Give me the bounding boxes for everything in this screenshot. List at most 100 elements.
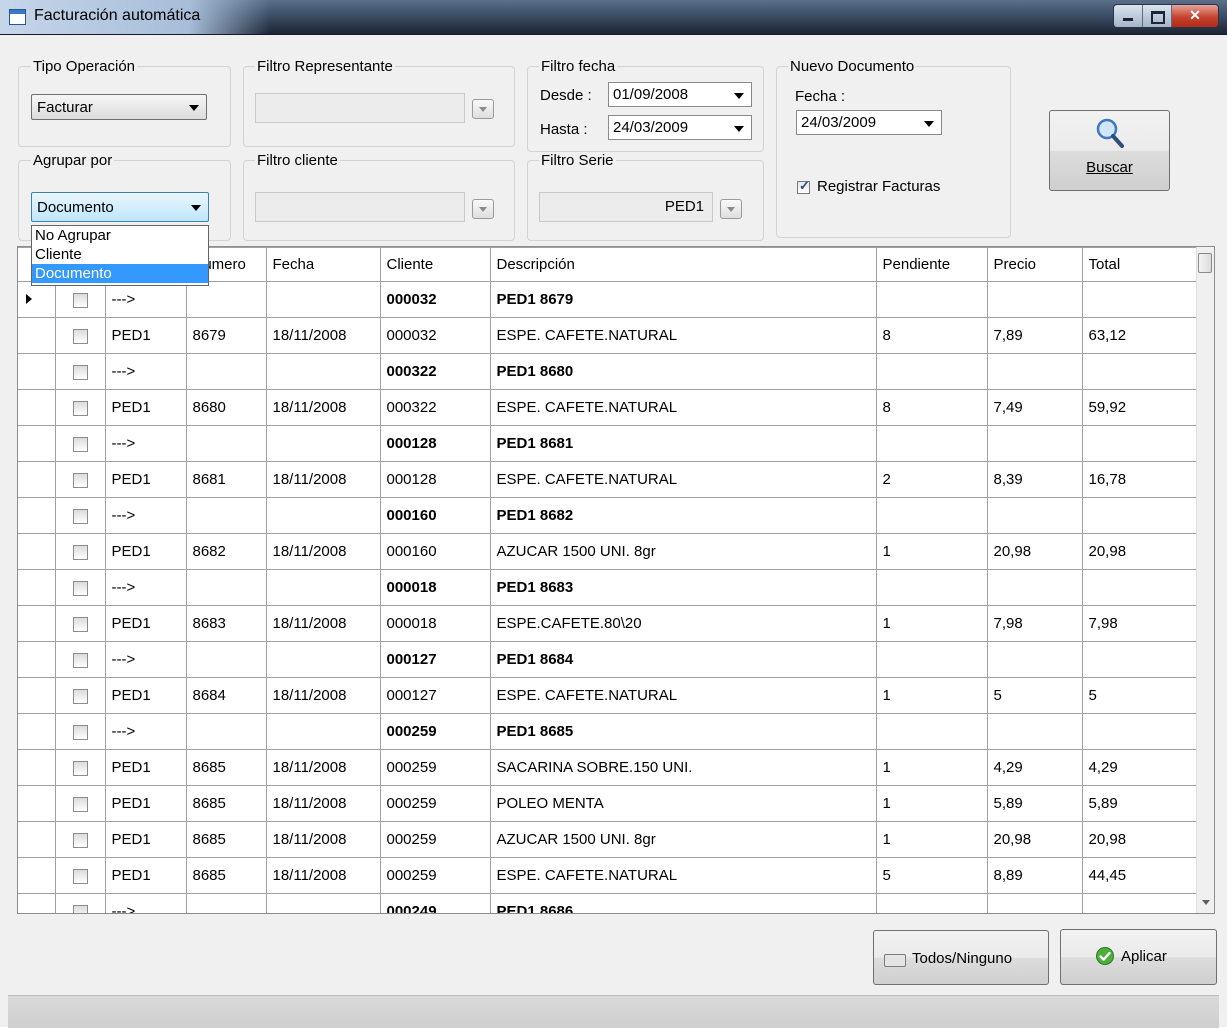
cell-precio[interactable] — [986, 281, 1083, 318]
cell-numero[interactable]: 8680 — [185, 389, 267, 426]
cell-serie[interactable]: PED1 — [104, 389, 187, 426]
cell-descripcion[interactable]: PED1 8680 — [489, 353, 877, 390]
cell-total[interactable]: 20,98 — [1081, 533, 1200, 570]
cell-cliente[interactable]: 000018 — [379, 605, 491, 642]
cell-descripcion[interactable]: PED1 8685 — [489, 713, 877, 750]
cell-total[interactable]: 63,12 — [1081, 317, 1200, 354]
cell-serie[interactable]: ---> — [104, 641, 187, 678]
cell-total[interactable]: 20,98 — [1081, 821, 1200, 858]
cell-cliente[interactable]: 000032 — [379, 281, 491, 318]
cell-precio[interactable]: 20,98 — [986, 821, 1083, 858]
row-select-checkbox[interactable] — [72, 292, 88, 308]
table-row[interactable]: PED1 8684 18/11/2008 000127 ESPE. CAFETE.NAT… — [18, 677, 1200, 714]
cell-descripcion[interactable]: ESPE. CAFETE.NATURAL — [489, 389, 877, 426]
cell-descripcion[interactable]: ESPE. CAFETE.NATURAL — [489, 857, 877, 894]
cell-pendiente[interactable] — [875, 425, 988, 462]
cell-descripcion[interactable]: PED1 8686 — [489, 893, 877, 913]
cell-pendiente[interactable] — [875, 893, 988, 913]
row-header-cell[interactable] — [18, 281, 56, 318]
cell-fecha[interactable]: 18/11/2008 — [265, 533, 381, 570]
cell-cliente[interactable]: 000128 — [379, 425, 491, 462]
row-select-checkbox[interactable] — [72, 832, 88, 848]
column-header-descripcion[interactable]: Descripción — [489, 247, 877, 282]
cell-precio[interactable] — [986, 425, 1083, 462]
row-select-checkbox[interactable] — [72, 472, 88, 488]
cell-total[interactable]: 16,78 — [1081, 461, 1200, 498]
cell-cliente[interactable]: 000160 — [379, 497, 491, 534]
cell-precio[interactable] — [986, 497, 1083, 534]
cell-total[interactable] — [1081, 353, 1200, 390]
cell-numero[interactable]: 8679 — [185, 317, 267, 354]
group-row[interactable]: ---> 000127 PED1 8684 — [18, 641, 1200, 678]
cell-fecha[interactable]: 18/11/2008 — [265, 317, 381, 354]
facturas-grid[interactable]: Número Fecha Cliente Descripción Pendien… — [17, 246, 1215, 914]
cell-fecha[interactable]: 18/11/2008 — [265, 785, 381, 822]
table-row[interactable]: PED1 8679 18/11/2008 000032 ESPE. CAFETE.NAT… — [18, 317, 1200, 354]
scroll-thumb[interactable] — [1198, 253, 1212, 273]
cell-fecha[interactable] — [265, 497, 381, 534]
todos-ninguno-button[interactable]: Todos/Ninguno — [873, 930, 1049, 985]
cell-serie[interactable]: ---> — [104, 497, 187, 534]
row-select-checkbox[interactable] — [72, 868, 88, 884]
dropdown-option-no-agrupar[interactable]: No Agrupar — [32, 226, 208, 245]
table-row[interactable]: PED1 8681 18/11/2008 000128 ESPE. CAFETE.NAT… — [18, 461, 1200, 498]
cell-numero[interactable] — [185, 893, 267, 913]
cell-total[interactable] — [1081, 893, 1200, 913]
minimize-button[interactable] — [1114, 5, 1143, 27]
cell-serie[interactable]: PED1 — [104, 749, 187, 786]
group-row[interactable]: ---> 000322 PED1 8680 — [18, 353, 1200, 390]
row-header-cell[interactable] — [18, 425, 56, 462]
cell-total[interactable]: 4,29 — [1081, 749, 1200, 786]
column-header-fecha[interactable]: Fecha — [265, 247, 381, 282]
cell-total[interactable] — [1081, 641, 1200, 678]
cell-pendiente[interactable]: 5 — [875, 857, 988, 894]
row-select-checkbox[interactable] — [72, 400, 88, 416]
row-header-cell[interactable] — [18, 641, 56, 678]
row-header-cell[interactable] — [18, 605, 56, 642]
filtro-cliente-dropdown-button[interactable] — [472, 199, 494, 219]
cell-pendiente[interactable] — [875, 641, 988, 678]
cell-pendiente[interactable]: 8 — [875, 317, 988, 354]
cell-precio[interactable] — [986, 569, 1083, 606]
cell-fecha[interactable] — [265, 569, 381, 606]
cell-cliente[interactable]: 000259 — [379, 857, 491, 894]
cell-numero[interactable]: 8684 — [185, 677, 267, 714]
cell-total[interactable]: 59,92 — [1081, 389, 1200, 426]
table-row[interactable]: PED1 8685 18/11/2008 000259 AZUCAR 1500 UNI.… — [18, 821, 1200, 858]
cell-pendiente[interactable]: 1 — [875, 533, 988, 570]
cell-numero[interactable]: 8685 — [185, 785, 267, 822]
cell-descripcion[interactable]: SACARINA SOBRE.150 UNI. — [489, 749, 877, 786]
cell-descripcion[interactable]: PED1 8684 — [489, 641, 877, 678]
row-header-cell[interactable] — [18, 713, 56, 750]
cell-pendiente[interactable]: 2 — [875, 461, 988, 498]
desde-date-picker[interactable]: 01/09/2008 — [608, 82, 752, 107]
cell-fecha[interactable]: 18/11/2008 — [265, 605, 381, 642]
row-header-cell[interactable] — [18, 353, 56, 390]
table-row[interactable]: PED1 8685 18/11/2008 000259 SACARINA SOBRE.1… — [18, 749, 1200, 786]
cell-numero[interactable]: 8685 — [185, 857, 267, 894]
group-row[interactable]: ---> 000160 PED1 8682 — [18, 497, 1200, 534]
cell-fecha[interactable] — [265, 281, 381, 318]
cell-precio[interactable] — [986, 893, 1083, 913]
row-header-cell[interactable] — [18, 749, 56, 786]
cell-serie[interactable]: PED1 — [104, 317, 187, 354]
column-header-pendiente[interactable]: Pendiente — [875, 247, 988, 282]
row-select-checkbox[interactable] — [72, 796, 88, 812]
aplicar-button[interactable]: Aplicar — [1060, 929, 1217, 985]
cell-fecha[interactable] — [265, 641, 381, 678]
table-row[interactable]: PED1 8685 18/11/2008 000259 ESPE. CAFETE.NAT… — [18, 857, 1200, 894]
cell-serie[interactable]: PED1 — [104, 677, 187, 714]
cell-numero[interactable] — [185, 281, 267, 318]
filtro-serie-dropdown-button[interactable] — [720, 199, 742, 219]
cell-precio[interactable]: 8,39 — [986, 461, 1083, 498]
cell-serie[interactable]: ---> — [104, 893, 187, 913]
cell-precio[interactable] — [986, 353, 1083, 390]
cell-pendiente[interactable] — [875, 281, 988, 318]
cell-cliente[interactable]: 000259 — [379, 749, 491, 786]
row-select-checkbox[interactable] — [72, 328, 88, 344]
cell-pendiente[interactable] — [875, 353, 988, 390]
table-row[interactable]: PED1 8680 18/11/2008 000322 ESPE. CAFETE.NAT… — [18, 389, 1200, 426]
tipo-operacion-combo[interactable]: Facturar — [31, 94, 207, 120]
cell-precio[interactable] — [986, 713, 1083, 750]
cell-serie[interactable]: ---> — [104, 353, 187, 390]
